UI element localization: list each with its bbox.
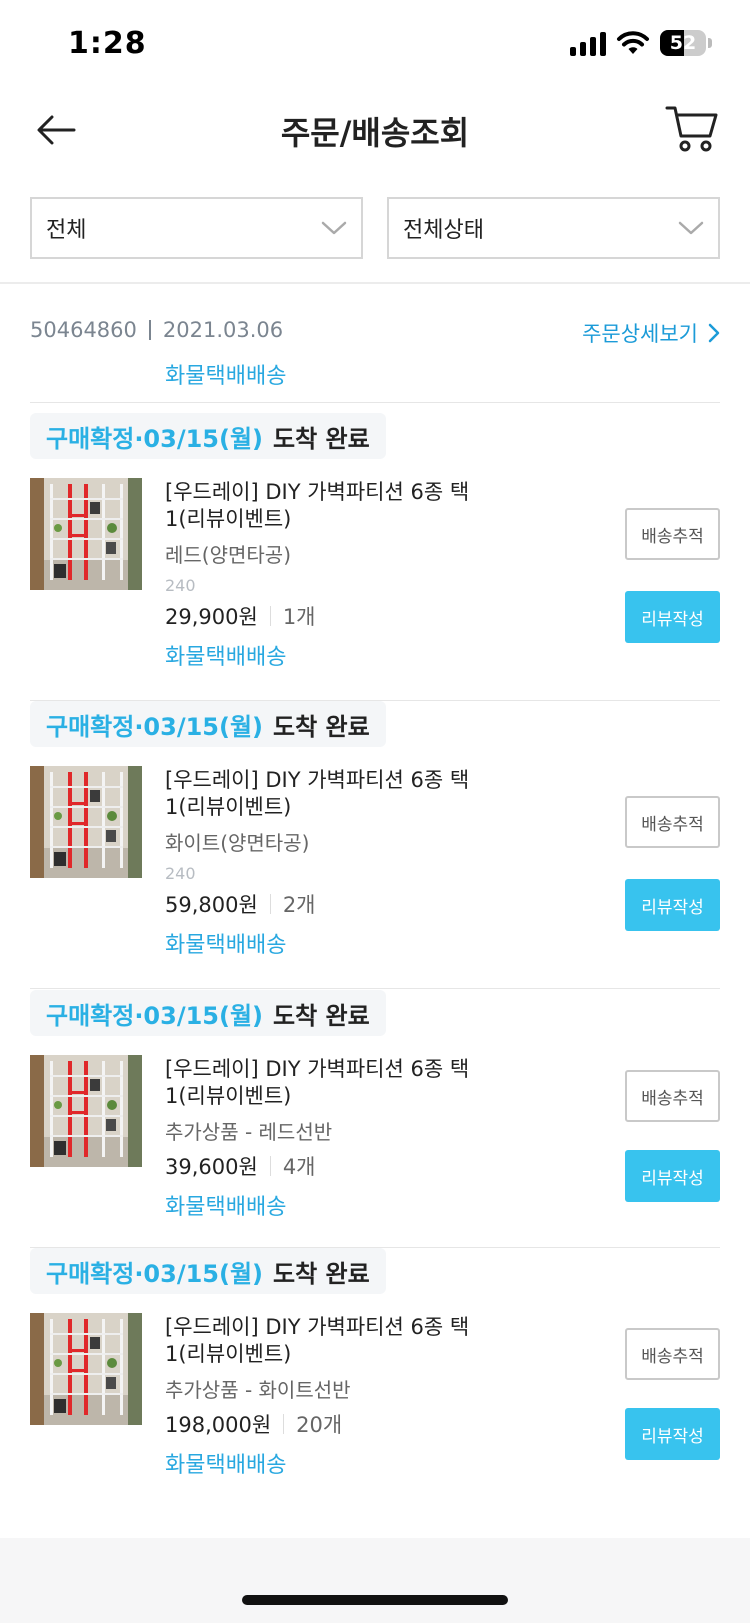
track-delivery-button[interactable]: 배송추적 bbox=[625, 1328, 720, 1380]
product-thumbnail[interactable] bbox=[30, 1055, 142, 1167]
price-row: 198,000원 20개 bbox=[165, 1409, 510, 1439]
shelf-product-image bbox=[30, 478, 142, 590]
order-item: 구매확정·03/15(월) 도착 완료 [우드레이] DIY 가벽파티션 6종 … bbox=[30, 1248, 720, 1485]
item-shipping-method: 화물택배배송 bbox=[165, 1453, 287, 1478]
product-option: 추가상품 - 화이트선반 bbox=[165, 1378, 351, 1402]
order-item: 구매확정·03/15(월) 도착 완료 [우드레이] DIY 가벽파티션 6종 … bbox=[30, 413, 720, 701]
write-review-button[interactable]: 리뷰작성 bbox=[625, 1408, 720, 1460]
product-name[interactable]: [우드레이] DIY 가벽파티션 6종 택1(리뷰이벤트) bbox=[165, 1056, 510, 1110]
order-item: 구매확정·03/15(월) 도착 완료 [우드레이] DIY 가벽파티션 6종 … bbox=[30, 990, 720, 1248]
filter-bar: 전체 전체상태 bbox=[30, 197, 720, 259]
battery-icon: 52 bbox=[660, 30, 706, 56]
product-option: 레드(양면타공) bbox=[165, 543, 292, 567]
order-detail-label: 주문상세보기 bbox=[582, 322, 698, 346]
purchase-status-badge: 구매확정·03/15(월) 도착 완료 bbox=[30, 413, 386, 459]
divider bbox=[30, 988, 720, 989]
track-delivery-button[interactable]: 배송추적 bbox=[625, 508, 720, 560]
purchase-status: 구매확정·03/15(월) bbox=[46, 1259, 264, 1288]
product-quantity: 20개 bbox=[296, 1413, 343, 1437]
product-thumbnail[interactable] bbox=[30, 766, 142, 878]
order-number: 50464860 bbox=[30, 318, 137, 342]
shelf-product-image bbox=[30, 766, 142, 878]
arrival-status: 도착 완료 bbox=[273, 1001, 370, 1030]
item-shipping-method: 화물택배배송 bbox=[165, 933, 287, 958]
period-filter-select[interactable]: 전체 bbox=[30, 197, 363, 259]
arrival-status: 도착 완료 bbox=[273, 1259, 370, 1288]
write-review-button[interactable]: 리뷰작성 bbox=[625, 879, 720, 931]
purchase-status-badge: 구매확정·03/15(월) 도착 완료 bbox=[30, 701, 386, 747]
write-review-button[interactable]: 리뷰작성 bbox=[625, 1150, 720, 1202]
product-info: [우드레이] DIY 가벽파티션 6종 택1(리뷰이벤트) 레드(양면타공) 2… bbox=[165, 479, 510, 671]
product-quantity: 2개 bbox=[282, 893, 316, 917]
page-title: 주문/배송조회 bbox=[280, 114, 470, 152]
product-info: [우드레이] DIY 가벽파티션 6종 택1(리뷰이벤트) 추가상품 - 화이트… bbox=[165, 1314, 510, 1479]
purchase-status-badge: 구매확정·03/15(월) 도착 완료 bbox=[30, 1248, 386, 1294]
product-info: [우드레이] DIY 가벽파티션 6종 택1(리뷰이벤트) 화이트(양면타공) … bbox=[165, 767, 510, 959]
product-price: 198,000원 bbox=[165, 1413, 272, 1437]
product-name[interactable]: [우드레이] DIY 가벽파티션 6종 택1(리뷰이벤트) bbox=[165, 479, 510, 533]
product-name[interactable]: [우드레이] DIY 가벽파티션 6종 택1(리뷰이벤트) bbox=[165, 1314, 510, 1368]
divider bbox=[30, 402, 720, 403]
status-time: 1:28 bbox=[68, 26, 147, 61]
purchase-status-badge: 구매확정·03/15(월) 도착 완료 bbox=[30, 990, 386, 1036]
chevron-down-icon bbox=[678, 221, 704, 235]
order-header: 50464860 2021.03.06 주문상세보기 화물택배배송 bbox=[30, 318, 720, 389]
item-shipping-method: 화물택배배송 bbox=[165, 645, 287, 670]
product-code: 240 bbox=[165, 864, 196, 883]
cart-button[interactable] bbox=[664, 100, 720, 156]
arrival-status: 도착 완료 bbox=[273, 424, 370, 453]
app-header: 주문/배송조회 bbox=[0, 90, 750, 170]
cart-icon bbox=[665, 106, 718, 152]
write-review-button[interactable]: 리뷰작성 bbox=[625, 591, 720, 643]
product-thumbnail[interactable] bbox=[30, 478, 142, 590]
home-indicator bbox=[242, 1595, 508, 1605]
price-row: 29,900원 1개 bbox=[165, 601, 510, 631]
order-shipping-method: 화물택배배송 bbox=[165, 364, 287, 389]
shelf-product-image bbox=[30, 1313, 142, 1425]
track-delivery-button[interactable]: 배송추적 bbox=[625, 796, 720, 848]
divider bbox=[0, 282, 750, 284]
cellular-signal-icon bbox=[570, 30, 606, 56]
battery-level: 52 bbox=[669, 32, 697, 54]
order-detail-link[interactable]: 주문상세보기 bbox=[582, 318, 720, 348]
product-info: [우드레이] DIY 가벽파티션 6종 택1(리뷰이벤트) 추가상품 - 레드선… bbox=[165, 1056, 510, 1221]
order-date: 2021.03.06 bbox=[162, 318, 284, 342]
product-price: 39,600원 bbox=[165, 1155, 258, 1179]
status-bar: 1:28 52 bbox=[0, 0, 750, 90]
price-row: 59,800원 2개 bbox=[165, 889, 510, 919]
status-icons: 52 bbox=[570, 30, 712, 56]
track-delivery-button[interactable]: 배송추적 bbox=[625, 1070, 720, 1122]
product-quantity: 1개 bbox=[282, 605, 316, 629]
arrival-status: 도착 완료 bbox=[273, 712, 370, 741]
status-filter-select[interactable]: 전체상태 bbox=[387, 197, 720, 259]
product-price: 29,900원 bbox=[165, 605, 258, 629]
status-filter-value: 전체상태 bbox=[403, 218, 484, 243]
product-price: 59,800원 bbox=[165, 893, 258, 917]
order-item: 구매확정·03/15(월) 도착 완료 [우드레이] DIY 가벽파티션 6종 … bbox=[30, 701, 720, 989]
item-shipping-method: 화물택배배송 bbox=[165, 1195, 287, 1220]
product-quantity: 4개 bbox=[282, 1155, 316, 1179]
product-option: 화이트(양면타공) bbox=[165, 831, 310, 855]
purchase-status: 구매확정·03/15(월) bbox=[46, 1001, 264, 1030]
bottom-area bbox=[0, 1538, 750, 1623]
product-name[interactable]: [우드레이] DIY 가벽파티션 6종 택1(리뷰이벤트) bbox=[165, 767, 510, 821]
product-code: 240 bbox=[165, 576, 196, 595]
period-filter-value: 전체 bbox=[46, 218, 87, 243]
price-row: 39,600원 4개 bbox=[165, 1151, 510, 1181]
product-option: 추가상품 - 레드선반 bbox=[165, 1120, 333, 1144]
product-thumbnail[interactable] bbox=[30, 1313, 142, 1425]
chevron-right-icon bbox=[708, 323, 720, 343]
shelf-product-image bbox=[30, 1055, 142, 1167]
chevron-down-icon bbox=[321, 221, 347, 235]
purchase-status: 구매확정·03/15(월) bbox=[46, 424, 264, 453]
purchase-status: 구매확정·03/15(월) bbox=[46, 712, 264, 741]
wifi-icon bbox=[617, 31, 649, 54]
